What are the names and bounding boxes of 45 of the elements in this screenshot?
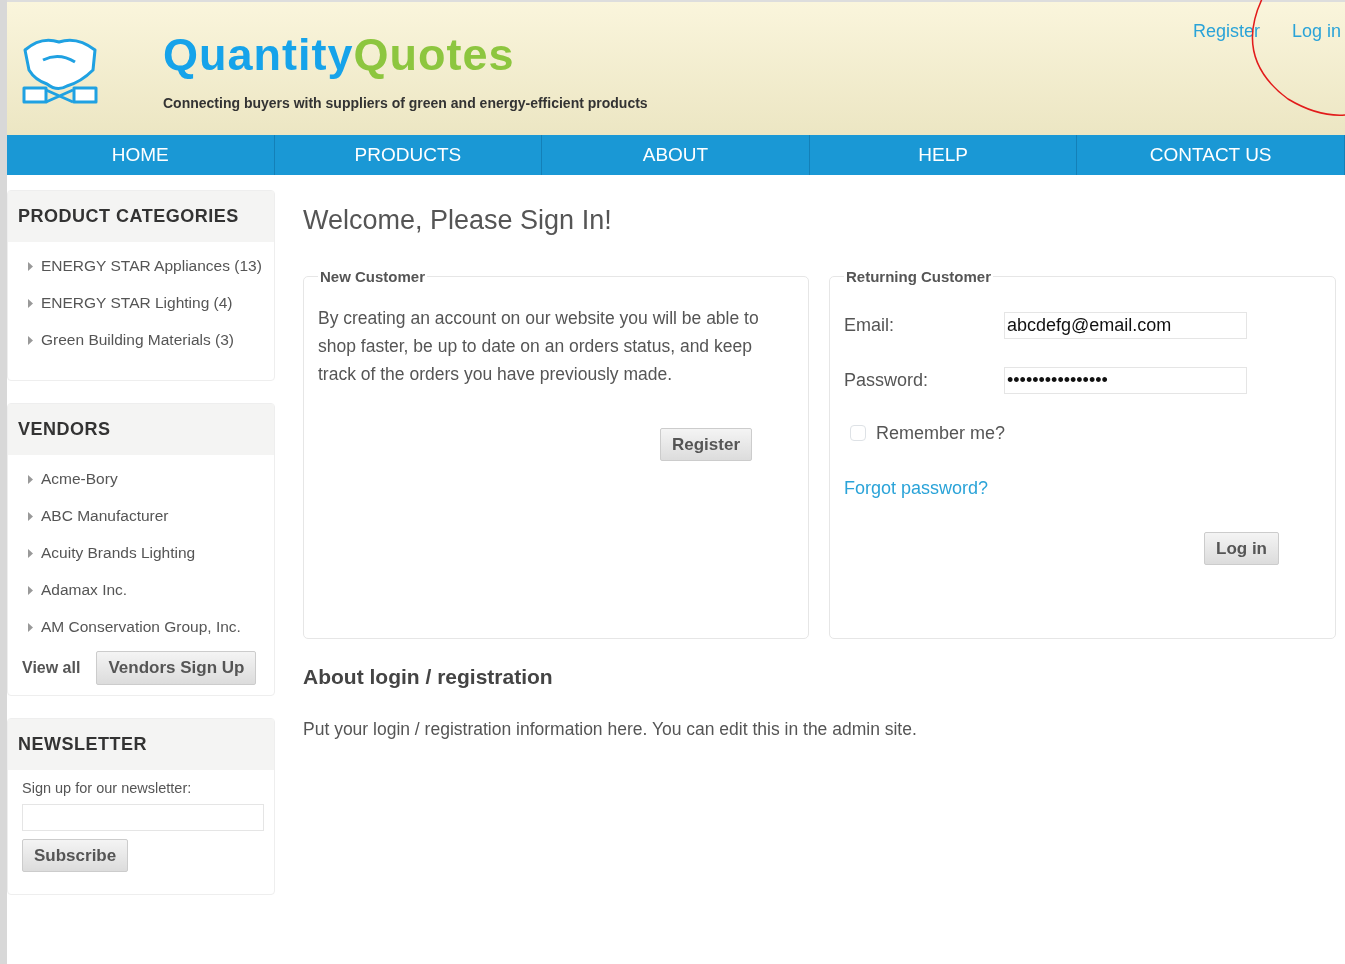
triangle-bullet-icon: [28, 262, 33, 271]
triangle-bullet-icon: [28, 512, 33, 522]
sidebar-heading: NEWSLETTER: [8, 718, 274, 770]
newsletter-email-field[interactable]: [22, 803, 264, 831]
subscribe-button[interactable]: Subscribe: [22, 838, 129, 873]
register-button[interactable]: Register: [659, 427, 752, 461]
triangle-bullet-icon: [28, 622, 33, 632]
page-title: Welcome, Please Sign In!: [303, 204, 613, 237]
triangle-bullet-icon: [28, 549, 33, 558]
triangle-bullet-icon: [28, 335, 33, 345]
fieldset-legend: New Customer: [318, 268, 428, 284]
text-field[interactable]: abcdefg@email.com: [1004, 311, 1247, 339]
field-label: Email:: [844, 313, 895, 337]
triangle-bullet-icon: [28, 298, 33, 308]
tagline: Connecting buyers with suppliers of green and energy-efficient products: [163, 94, 648, 113]
site-logo-text: QuantityQuotes: [163, 32, 516, 77]
remember-checkbox[interactable]: [850, 425, 866, 441]
newsletter-label: Sign up for our newsletter:: [22, 778, 193, 798]
nav-link[interactable]: PRODUCTS: [274, 135, 543, 175]
nav-link[interactable]: HOME: [7, 135, 275, 175]
triangle-bullet-icon: [28, 585, 33, 595]
sidebar-heading: VENDORS: [8, 404, 274, 456]
sidebar-link[interactable]: Acme-Bory: [41, 467, 118, 493]
nav-link[interactable]: ABOUT: [542, 135, 810, 175]
sidebar-link[interactable]: Green Building Materials (3): [41, 327, 234, 353]
vendors-signup-button[interactable]: Vendors Sign Up: [96, 651, 257, 685]
triangle-bullet-icon: [28, 475, 33, 485]
sidebar-link[interactable]: AM Conservation Group, Inc.: [41, 614, 241, 640]
sidebar-link[interactable]: ENERGY STAR Appliances (13): [41, 254, 262, 279]
about-text: Put your login / registration information here. You can edit this in the admin site.: [303, 718, 918, 741]
text-field[interactable]: ••••••••••••••••: [1004, 366, 1247, 394]
sidebar-link[interactable]: Acuity Brands Lighting: [41, 541, 196, 566]
login-button[interactable]: Log in: [1204, 531, 1279, 565]
remember-label: Remember me?: [876, 421, 1006, 445]
sidebar-link[interactable]: Adamax Inc.: [41, 577, 128, 603]
nav-link[interactable]: CONTACT US: [1077, 135, 1345, 175]
view-all-link[interactable]: View all: [22, 656, 81, 681]
fieldset-legend: Returning Customer: [844, 268, 993, 284]
sidebar-heading: PRODUCT CATEGORIES: [8, 191, 274, 242]
field-label: Password:: [844, 368, 930, 392]
nav-link[interactable]: HELP: [809, 135, 1078, 175]
section-heading: About login / registration: [303, 663, 554, 690]
sidebar-link[interactable]: ABC Manufacturer: [41, 504, 169, 529]
new-customer-text: By creating an account on our website you will be able to shop faster, be up to date on an orders status, and keep track of the orders you have previously made.: [318, 306, 760, 386]
sidebar-link[interactable]: ENERGY STAR Lighting (4): [41, 290, 233, 316]
